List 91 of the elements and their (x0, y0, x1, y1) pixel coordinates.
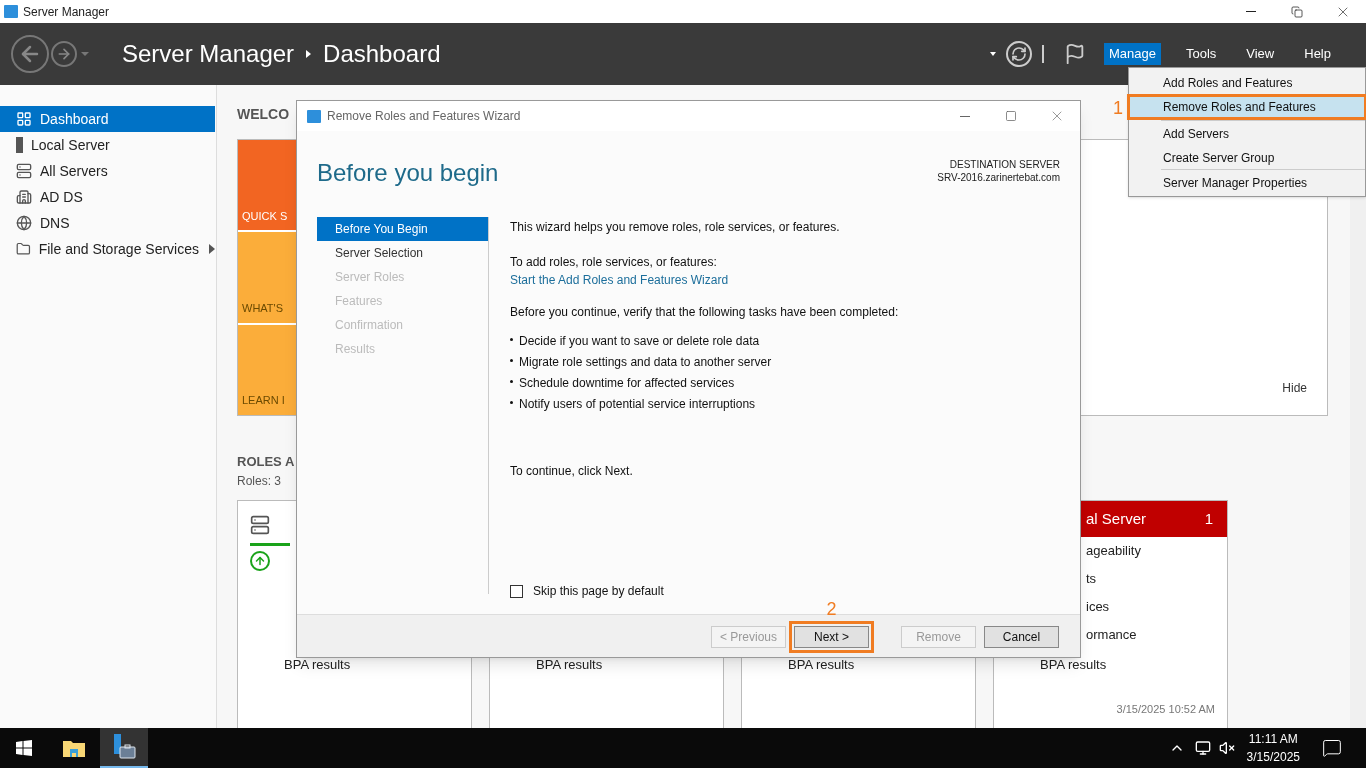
section-heading: ROLES A (237, 454, 295, 470)
refresh-button[interactable] (1005, 41, 1032, 67)
windows-icon (16, 740, 32, 756)
separator-arrow-icon (306, 50, 312, 58)
bpa-link[interactable]: BPA results (742, 655, 975, 675)
sidebar-item[interactable]: Dashboard (0, 106, 215, 132)
wizard-step: Features (317, 289, 488, 313)
sidebar-item[interactable]: Local Server (0, 132, 215, 158)
menu-item[interactable]: Create Server Group (1129, 147, 1365, 169)
grid-icon (16, 111, 32, 127)
menu-item[interactable]: Add Servers (1129, 123, 1365, 145)
clock-date: 3/15/2025 (1246, 749, 1300, 766)
task-item: Migrate role settings and data to another server (519, 354, 772, 371)
wizard-button[interactable]: Cancel (984, 626, 1059, 648)
wizard-step: Results (317, 337, 488, 361)
task-item: Decide if you want to save or delete role data (519, 333, 760, 350)
menu-item[interactable]: Server Manager Properties (1129, 172, 1365, 194)
app-icon (307, 109, 321, 123)
caret-icon (989, 52, 996, 56)
forward-button[interactable] (51, 41, 77, 67)
destination-label: DESTINATION SERVER (949, 158, 1060, 171)
roles-count: Roles: 3 (237, 473, 283, 490)
refresh-icon (1010, 46, 1027, 62)
tile-label: LEARN I (242, 393, 285, 409)
back-button[interactable] (11, 35, 49, 73)
wizard-step: Confirmation (317, 313, 488, 337)
bullet-icon (510, 337, 513, 341)
server-toolbox-icon (112, 734, 136, 760)
wizard-step: Server Selection (317, 241, 488, 265)
menu-tab[interactable]: View (1241, 43, 1280, 65)
bpa-link[interactable]: BPA results (490, 655, 723, 675)
bullet-icon (510, 379, 513, 383)
dialog-title: Remove Roles and Features Wizard (327, 108, 521, 125)
wizard-step: Before You Begin (317, 217, 488, 241)
wizard-heading: Before you begin (317, 158, 499, 188)
notification-icon[interactable] (1322, 738, 1342, 758)
window-title: Server Manager (23, 3, 110, 21)
sidebar-item[interactable]: AD DS (0, 184, 215, 210)
muted-volume-icon[interactable] (1218, 740, 1235, 756)
caret-icon (81, 52, 89, 56)
minimize-icon (1246, 11, 1256, 12)
clock-time: 11:11 AM (1248, 731, 1298, 748)
welcome-tile[interactable]: LEARN I (238, 324, 298, 415)
verify-text: Before you continue, verify that the following tasks have been completed: (510, 304, 900, 321)
folder-icon (16, 241, 31, 257)
task-item: Schedule downtime for affected services (519, 375, 735, 392)
task-item: Notify users of potential service interruptions (519, 396, 756, 413)
welcome-tile[interactable]: WHAT'S (238, 232, 298, 323)
continue-text: To continue, click Next. (510, 463, 634, 480)
minimize-icon (960, 115, 970, 117)
taskbar-button[interactable] (100, 728, 148, 768)
app-icon (4, 5, 18, 18)
restore-icon (1291, 5, 1303, 18)
alert-count: 1 (1204, 508, 1213, 529)
menu-tab[interactable]: Help (1299, 43, 1336, 65)
add-roles-text: To add roles, role services, or features: (510, 254, 718, 271)
skip-checkbox[interactable] (510, 584, 523, 598)
bpa-link[interactable]: BPA results (994, 655, 1227, 675)
tower-icon (16, 137, 23, 153)
menu-item[interactable]: Add Roles and Features (1129, 72, 1365, 94)
bpa-link[interactable]: BPA results (238, 655, 471, 675)
sidebar-item[interactable]: DNS (0, 210, 215, 236)
menu-item[interactable]: Remove Roles and Features (1129, 96, 1365, 118)
destination-server: SRV-2016.zarinertebat.com (937, 171, 1060, 184)
breadcrumb-root: Server Manager (122, 39, 295, 69)
add-roles-link[interactable]: Start the Add Roles and Features Wizard (510, 271, 729, 289)
card-title: al Server (1086, 508, 1147, 529)
servers-icon (16, 163, 32, 179)
hide-link[interactable]: Hide (1282, 379, 1307, 397)
wizard-step: Server Roles (317, 265, 488, 289)
network-icon[interactable] (1194, 740, 1211, 756)
callout-number: 2 (826, 598, 837, 621)
bullet-icon (510, 400, 513, 404)
forward-arrow-icon (56, 46, 72, 62)
menu-tab[interactable]: Manage (1103, 43, 1161, 65)
globe-icon (16, 215, 32, 231)
sidebar-item[interactable]: All Servers (0, 158, 215, 184)
intro-text: This wizard helps you remove roles, role services, or features. (510, 219, 841, 236)
folder-icon (63, 739, 85, 757)
menu-tab[interactable]: Tools (1180, 43, 1222, 65)
callout-number: 1 (1113, 97, 1123, 120)
servers-icon (250, 515, 270, 535)
skip-label[interactable]: Skip this page by default (533, 582, 664, 600)
section-heading: WELCO (237, 105, 290, 123)
bullet-icon (510, 358, 513, 362)
breadcrumb-page: Dashboard (323, 39, 441, 69)
tile-label: QUICK S (242, 208, 288, 224)
tile-label: WHAT'S (242, 301, 283, 317)
building-icon (16, 189, 32, 205)
maximize-icon (1005, 110, 1017, 122)
timestamp: 3/15/2025 10:52 AM (1116, 701, 1216, 717)
